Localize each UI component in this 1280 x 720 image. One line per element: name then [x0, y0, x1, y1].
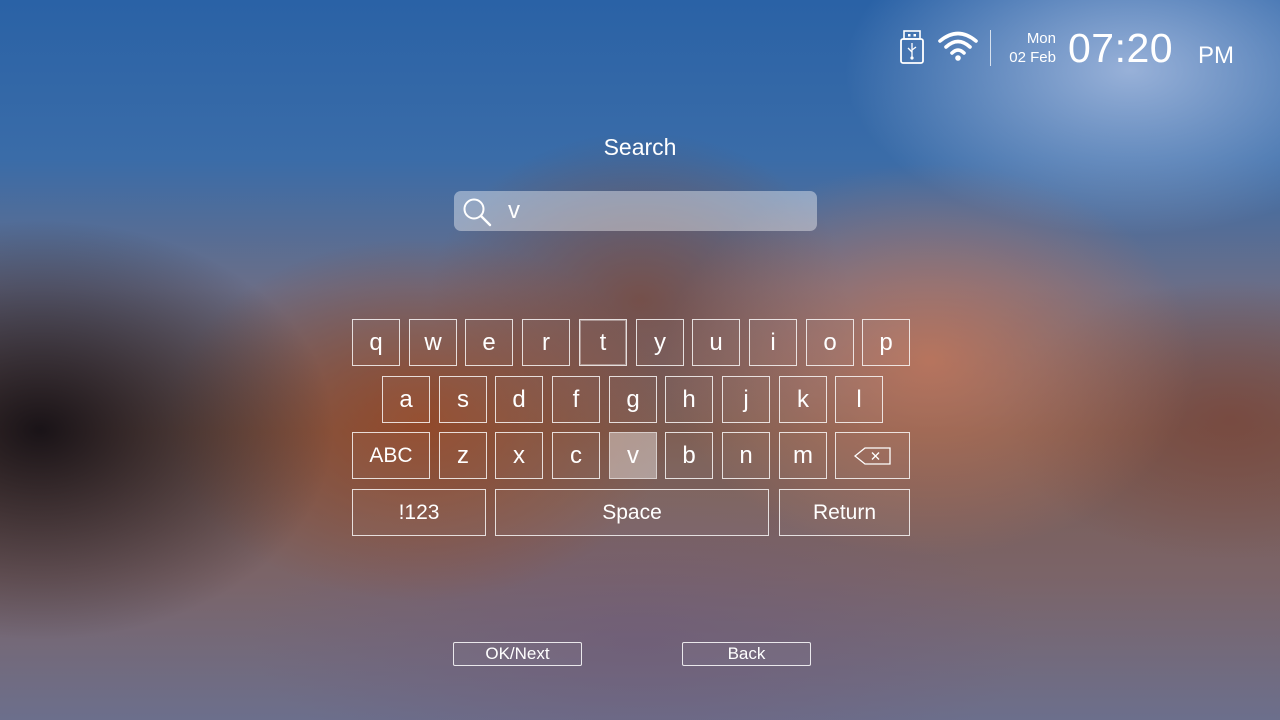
- key-return[interactable]: Return: [779, 489, 910, 536]
- key-q[interactable]: q: [352, 319, 400, 366]
- key-d[interactable]: d: [495, 376, 543, 423]
- back-button[interactable]: Back: [682, 642, 811, 666]
- key-c[interactable]: c: [552, 432, 600, 479]
- key-j[interactable]: j: [722, 376, 770, 423]
- key-r[interactable]: r: [522, 319, 570, 366]
- usb-icon: [900, 30, 924, 64]
- date-label: 02 Feb: [1009, 49, 1056, 66]
- wifi-icon: [938, 31, 978, 61]
- key-f[interactable]: f: [552, 376, 600, 423]
- key-backspace[interactable]: [835, 432, 910, 479]
- key-i[interactable]: i: [749, 319, 797, 366]
- key-s[interactable]: s: [439, 376, 487, 423]
- key-z[interactable]: z: [439, 432, 487, 479]
- search-title: Search: [603, 134, 677, 160]
- key-v[interactable]: v: [609, 432, 657, 479]
- ok-next-button[interactable]: OK/Next: [453, 642, 582, 666]
- key-m[interactable]: m: [779, 432, 827, 479]
- key-o[interactable]: o: [806, 319, 854, 366]
- key-n[interactable]: n: [722, 432, 770, 479]
- clock-time: 07:20: [1068, 25, 1174, 71]
- search-box[interactable]: [454, 191, 817, 231]
- search-input[interactable]: [508, 195, 798, 227]
- key-b[interactable]: b: [665, 432, 713, 479]
- key-u[interactable]: u: [692, 319, 740, 366]
- key-y[interactable]: y: [636, 319, 684, 366]
- backspace-icon: [853, 446, 891, 465]
- key-x[interactable]: x: [495, 432, 543, 479]
- key-abc[interactable]: ABC: [352, 432, 430, 479]
- key-k[interactable]: k: [779, 376, 827, 423]
- status-divider: [990, 30, 991, 66]
- clock-ampm: PM: [1198, 42, 1234, 69]
- search-icon: [463, 198, 492, 227]
- status-bar: Mon 02 Feb 07:20 PM: [0, 0, 1280, 90]
- key-symbols[interactable]: !123: [352, 489, 486, 536]
- key-a[interactable]: a: [382, 376, 430, 423]
- key-p[interactable]: p: [862, 319, 910, 366]
- day-label: Mon: [1026, 30, 1056, 47]
- key-t[interactable]: t: [579, 319, 627, 366]
- key-g[interactable]: g: [609, 376, 657, 423]
- key-space[interactable]: Space: [495, 489, 769, 536]
- key-l[interactable]: l: [835, 376, 883, 423]
- key-h[interactable]: h: [665, 376, 713, 423]
- key-w[interactable]: w: [409, 319, 457, 366]
- key-e[interactable]: e: [465, 319, 513, 366]
